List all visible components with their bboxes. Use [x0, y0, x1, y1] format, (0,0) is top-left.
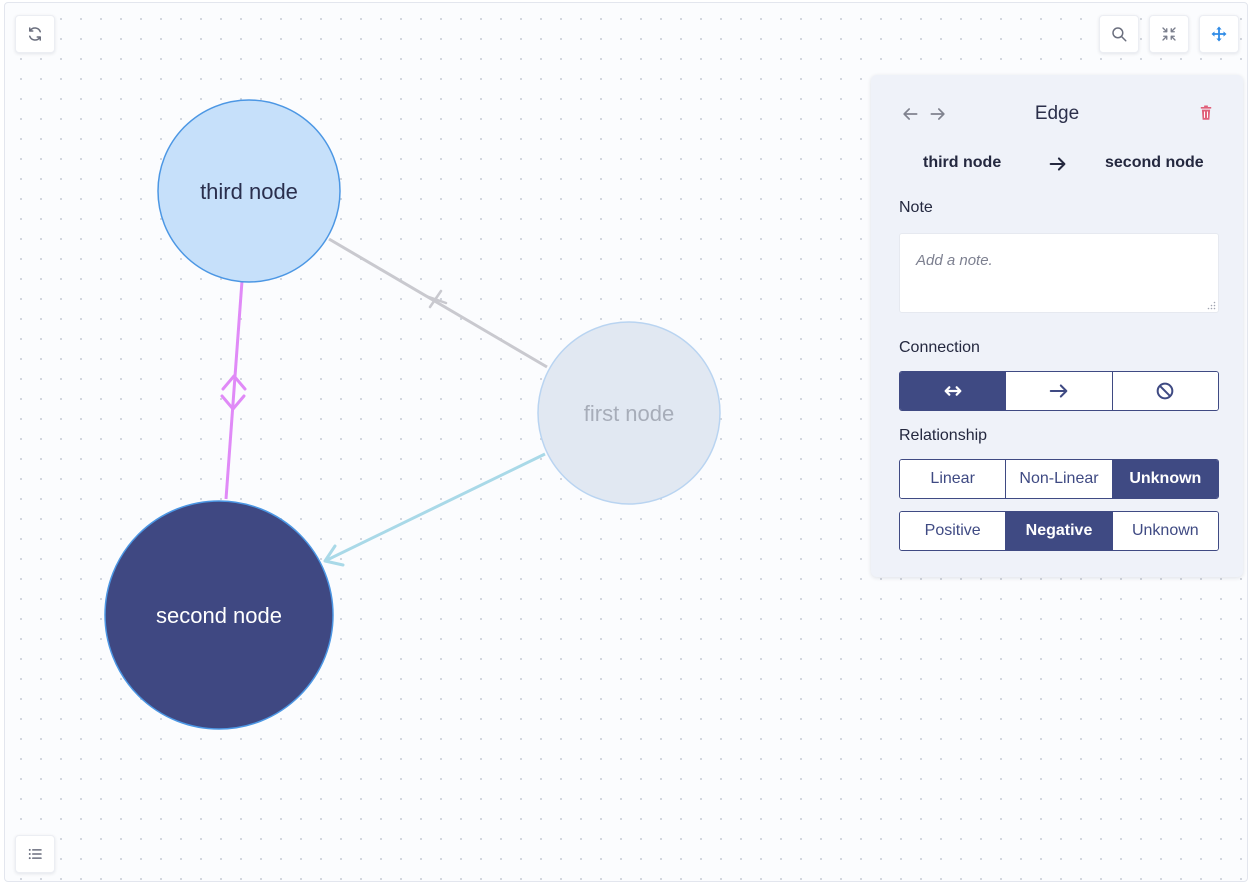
polarity-positive-option[interactable]: Positive	[900, 512, 1007, 550]
polarity-selector: Positive Negative Unknown	[899, 511, 1219, 551]
connection-directed-option[interactable]	[1006, 372, 1113, 410]
arrow-right-icon	[1049, 157, 1066, 171]
edge-endpoints: third node second node	[871, 153, 1243, 175]
move-button[interactable]	[1199, 15, 1239, 53]
collapse-icon	[1162, 27, 1176, 41]
connection-none-option[interactable]	[1112, 372, 1218, 410]
move-icon	[1211, 26, 1227, 42]
list-icon	[28, 848, 42, 860]
polarity-unknown-option[interactable]: Unknown	[1112, 512, 1218, 550]
refresh-icon	[29, 27, 41, 41]
arrow-right-icon	[1049, 384, 1068, 398]
connection-label: Connection	[899, 339, 980, 356]
panel-title: Edge	[1034, 103, 1080, 124]
linearity-unknown-option[interactable]: Unknown	[1112, 460, 1218, 498]
list-button[interactable]	[15, 835, 55, 873]
node-third-label: third node	[200, 179, 298, 204]
prohibited-icon	[1156, 382, 1174, 400]
connection-selector	[899, 371, 1219, 411]
node-third[interactable]: third node	[157, 99, 341, 283]
relationship-label: Relationship	[899, 427, 988, 444]
bidirectional-arrow-icon	[944, 386, 962, 396]
linearity-nonlinear-option[interactable]: Non-Linear	[1006, 460, 1113, 498]
refresh-button[interactable]	[15, 15, 55, 53]
panel-header: Edge	[871, 99, 1243, 129]
edge-panel: Edge third node second node Note Add a n…	[871, 75, 1243, 577]
graph-canvas[interactable]: third node first node second node Edge t…	[4, 2, 1248, 882]
delete-edge-button[interactable]	[1195, 102, 1217, 124]
linearity-linear-option[interactable]: Linear	[900, 460, 1007, 498]
trash-icon	[1200, 105, 1212, 120]
collapse-button[interactable]	[1149, 15, 1189, 53]
edge-first-second[interactable]	[323, 452, 546, 567]
node-second[interactable]: second node	[104, 500, 334, 730]
linearity-selector: Linear Non-Linear Unknown	[899, 459, 1219, 499]
node-first-label: first node	[584, 401, 675, 426]
edge-target-label: second node	[1105, 154, 1204, 171]
search-button[interactable]	[1099, 15, 1139, 53]
edge-third-second[interactable]	[220, 280, 247, 500]
connection-bidirectional-option[interactable]	[900, 372, 1007, 410]
note-input[interactable]	[899, 233, 1219, 313]
edge-third-first[interactable]	[328, 237, 548, 369]
edge-source-label: third node	[923, 154, 1002, 171]
node-second-label: second node	[156, 603, 282, 628]
node-first[interactable]: first node	[537, 321, 721, 505]
polarity-negative-option[interactable]: Negative	[1006, 512, 1113, 550]
search-icon	[1112, 27, 1127, 42]
note-label: Note	[899, 199, 933, 216]
resize-grip-icon[interactable]	[1207, 301, 1216, 310]
